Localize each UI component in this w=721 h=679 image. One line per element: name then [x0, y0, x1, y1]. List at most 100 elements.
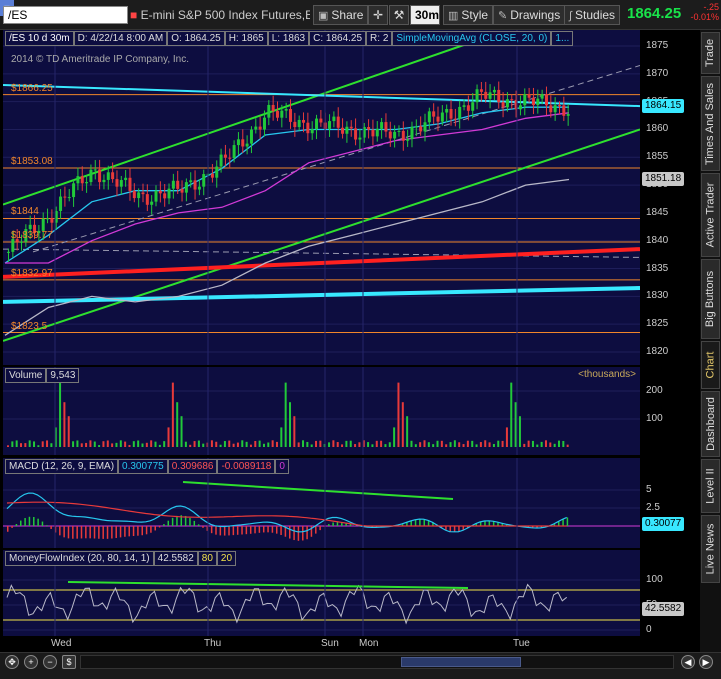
share-button[interactable]: ▣ Share — [313, 5, 369, 25]
dollar-icon[interactable]: $ — [62, 655, 76, 669]
price-chart[interactable]: /ES 10 d 30m D: 4/22/14 8:00 AM O: 1864.… — [3, 30, 640, 365]
tab-chart[interactable]: Chart — [701, 341, 720, 389]
candle-body — [145, 194, 149, 205]
volume-bar — [275, 441, 278, 447]
macd-histogram-bar — [67, 526, 70, 539]
macd-histogram-bar — [249, 526, 252, 534]
symbol-input[interactable]: /ES — [3, 6, 128, 24]
macd-histogram-bar — [197, 524, 200, 526]
macd-histogram-bar — [85, 526, 87, 539]
level-label: $1823.5 — [11, 320, 48, 332]
volume-bar — [223, 441, 226, 447]
level-label: $1839.77 — [11, 230, 53, 241]
crosshair-button[interactable]: ✛ — [368, 5, 388, 25]
zoom-in-icon[interactable]: + — [24, 655, 38, 669]
tab-active-trader[interactable]: Active Trader — [701, 173, 720, 257]
wrench-button[interactable]: ⚒ — [389, 5, 409, 25]
candle-body — [375, 128, 379, 137]
macd-histogram-bar — [453, 526, 456, 532]
candle-body — [72, 183, 76, 198]
candle-body — [275, 111, 279, 118]
macd-histogram-bar — [7, 526, 9, 532]
volume-bar — [267, 442, 270, 447]
volume-bar — [232, 443, 235, 447]
volume-bar — [141, 443, 144, 447]
candle-body — [197, 186, 201, 190]
candle-body — [484, 91, 488, 99]
pan-icon[interactable]: ✥ — [5, 655, 19, 669]
volume-bar — [371, 444, 374, 447]
candle-body — [458, 106, 462, 119]
volume-bar — [492, 443, 495, 447]
volume-bar — [46, 440, 49, 447]
time-tick-label: Mon — [359, 638, 379, 649]
candle-body — [20, 241, 24, 243]
tab-dashboard[interactable]: Dashboard — [701, 391, 720, 457]
volume-bar — [293, 416, 296, 447]
price-tick-label: 1870 — [646, 67, 669, 79]
level-label: $1832.97 — [11, 267, 53, 279]
macd-histogram-bar — [145, 526, 148, 535]
tab-level-ii[interactable]: Level II — [701, 459, 720, 513]
volume-title: Volume — [5, 368, 47, 383]
macd-signal-line — [6, 501, 567, 527]
scroll-left-icon[interactable]: ◀ — [681, 655, 695, 669]
volume-bar — [553, 443, 556, 447]
candle-body — [553, 105, 557, 113]
style-button[interactable]: ▥ Style — [443, 5, 494, 25]
macd-histogram-bar — [236, 526, 239, 535]
macd-histogram-bar — [111, 526, 113, 539]
candle-body — [67, 197, 71, 199]
candle-body — [341, 127, 345, 134]
macd-histogram-bar — [141, 526, 143, 536]
macd-histogram-bar — [319, 526, 321, 531]
volume-bar — [124, 441, 127, 447]
candle-body — [284, 109, 288, 111]
scrollbar-thumb[interactable] — [401, 657, 521, 667]
header-close: C: 1864.25 — [309, 31, 367, 46]
header-more: 1... — [551, 31, 574, 46]
volume-bar — [297, 442, 300, 447]
candle-body — [471, 102, 475, 111]
macd-histogram-bar — [241, 526, 243, 535]
candle-body — [28, 224, 32, 230]
volume-bar — [72, 441, 75, 447]
volume-bar — [171, 382, 174, 447]
candle-body — [566, 114, 570, 116]
studies-button[interactable]: ∫ Studies — [564, 5, 621, 25]
tab-trade[interactable]: Trade — [701, 32, 720, 74]
candle-body — [111, 172, 115, 180]
tab-times-and-sales[interactable]: Times And Sales — [701, 76, 720, 171]
volume-bar — [471, 440, 474, 447]
volume-bar — [562, 440, 565, 447]
volume-bar — [193, 441, 196, 447]
zoom-out-icon[interactable]: − — [43, 655, 57, 669]
macd-histogram-bar — [89, 526, 91, 539]
macd-histogram-bar — [423, 519, 425, 526]
volume-bar — [154, 441, 157, 447]
volume-bar — [406, 416, 409, 447]
tab-live-news[interactable]: Live News — [701, 515, 720, 583]
aggregation-button[interactable]: 30m — [410, 5, 440, 25]
horizontal-scrollbar[interactable] — [80, 655, 674, 669]
macd-histogram-bar — [315, 526, 317, 534]
drawings-button[interactable]: ✎ Drawings — [493, 5, 566, 25]
candle-body — [7, 251, 10, 253]
scroll-right-icon[interactable]: ▶ — [699, 655, 713, 669]
candle-body — [158, 190, 162, 194]
channel-lower-line — [3, 128, 640, 342]
candle-body — [193, 180, 197, 190]
candle-body — [518, 105, 522, 110]
volume-bar — [85, 442, 88, 447]
mfi-axis: 10050042.5582 — [640, 550, 697, 636]
macd-tick-label: 5 — [646, 484, 652, 495]
volume-bar — [328, 442, 331, 447]
candle-body — [349, 126, 353, 129]
volume-bar — [215, 441, 218, 447]
tab-big-buttons[interactable]: Big Buttons — [701, 259, 720, 339]
macd-histogram-bar — [76, 526, 78, 539]
macd-histogram-bar — [557, 521, 560, 526]
price-tick-label: 1825 — [646, 318, 669, 330]
volume-svg — [3, 367, 640, 455]
candle-body — [557, 105, 561, 107]
